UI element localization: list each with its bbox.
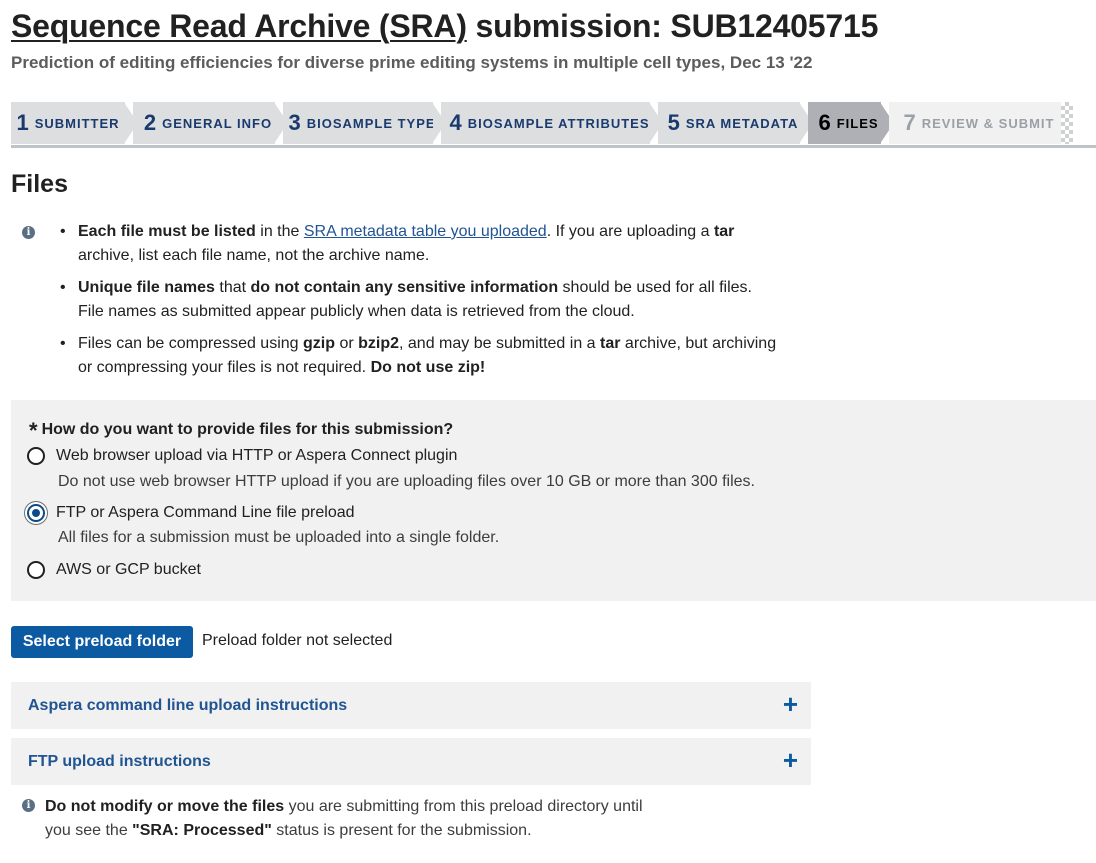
- step-number: 2: [143, 110, 157, 135]
- text: . If you are uploading a: [546, 223, 714, 240]
- bold-text: Do not modify or move the files: [45, 798, 285, 815]
- sra-metadata-table-link[interactable]: SRA metadata table you uploaded: [304, 223, 547, 240]
- preload-warning-note: Do not modify or move the files you are …: [45, 795, 645, 843]
- plus-icon[interactable]: +: [783, 691, 798, 717]
- bold-text: gzip: [303, 335, 335, 352]
- list-item: Unique file names that do not contain an…: [60, 276, 780, 324]
- step-number: 5: [667, 110, 680, 135]
- select-preload-folder-button[interactable]: Select preload folder: [11, 626, 193, 658]
- text: in the: [255, 223, 304, 240]
- plus-icon[interactable]: +: [783, 747, 798, 773]
- info-icon: i: [22, 799, 35, 812]
- accordion-label: FTP upload instructions: [28, 753, 211, 770]
- bold-text: Unique file names: [78, 279, 215, 296]
- step-wizard: 1 SUBMITTER 2 GENERAL INFO 3 BIOSAMPLE TYPE…: [11, 102, 1096, 144]
- bold-text: tar: [713, 223, 735, 240]
- step-label: BIOSAMPLE ATTRIBUTES: [467, 115, 650, 131]
- text: status is present for the submission.: [271, 822, 532, 839]
- option-hint: Do not use web browser HTTP upload if yo…: [58, 473, 755, 490]
- submission-id-text: submission: SUB12405715: [466, 8, 879, 44]
- ftp-instructions-accordion[interactable]: FTP upload instructions +: [11, 738, 811, 785]
- step-review-submit: 7 REVIEW & SUBMIT: [889, 102, 1061, 144]
- section-title: Files: [11, 170, 68, 198]
- step-label: SRA METADATA: [685, 115, 799, 131]
- file-requirements-list: Each file must be listed in the SRA meta…: [60, 220, 780, 388]
- step-label: BIOSAMPLE TYPE: [306, 115, 436, 131]
- radio-button[interactable]: [27, 561, 45, 579]
- step-wizard-underline: [11, 145, 1096, 148]
- step-files[interactable]: 6 FILES: [808, 102, 881, 144]
- step-label: SUBMITTER: [34, 115, 120, 131]
- option-label: AWS or GCP bucket: [56, 561, 201, 578]
- radio-button[interactable]: [27, 447, 45, 465]
- step-label: FILES: [836, 115, 879, 131]
- step-general-info[interactable]: 2 GENERAL INFO: [133, 102, 275, 144]
- aspera-instructions-accordion[interactable]: Aspera command line upload instructions …: [11, 682, 811, 729]
- option-aws-gcp-bucket[interactable]: AWS or GCP bucket: [27, 561, 201, 579]
- step-biosample-type[interactable]: 3 BIOSAMPLE TYPE: [283, 102, 436, 144]
- option-label: Web browser upload via HTTP or Aspera Co…: [56, 447, 458, 464]
- step-number: 1: [16, 110, 29, 135]
- option-label: FTP or Aspera Command Line file preload: [56, 504, 355, 521]
- preload-status-text: Preload folder not selected: [202, 632, 393, 649]
- required-mark: *: [29, 418, 38, 443]
- text: or: [335, 335, 359, 352]
- step-submitter[interactable]: 1 SUBMITTER: [11, 102, 125, 144]
- step-number: 7: [903, 110, 916, 135]
- step-label: REVIEW & SUBMIT: [921, 115, 1055, 131]
- option-hint: All files for a submission must be uploa…: [58, 529, 500, 546]
- step-end-pattern: [1061, 102, 1073, 144]
- step-biosample-attributes[interactable]: 4 BIOSAMPLE ATTRIBUTES: [441, 102, 650, 144]
- text: archive, list each file name, not the ar…: [78, 247, 430, 264]
- option-ftp-aspera-preload[interactable]: FTP or Aspera Command Line file preload: [27, 504, 355, 522]
- accordion-label: Aspera command line upload instructions: [28, 697, 348, 714]
- radio-button-checked[interactable]: [27, 504, 45, 522]
- sra-title-link[interactable]: Sequence Read Archive (SRA): [11, 8, 467, 44]
- step-sra-metadata[interactable]: 5 SRA METADATA: [658, 102, 800, 144]
- list-item: Files can be compressed using gzip or bz…: [60, 332, 780, 380]
- bold-text: Each file must be listed: [78, 223, 256, 240]
- step-label: GENERAL INFO: [162, 115, 273, 131]
- upload-method-question: * How do you want to provide files for th…: [29, 418, 453, 444]
- text: that: [214, 279, 251, 296]
- step-number: 4: [449, 110, 462, 135]
- bold-text: do not contain any sensitive information: [250, 279, 559, 296]
- text: , and may be submitted in a: [399, 335, 601, 352]
- step-number: 3: [288, 110, 301, 135]
- submission-subtitle: Prediction of editing efficiencies for d…: [11, 53, 813, 72]
- page-title: Sequence Read Archive (SRA) submission: …: [11, 8, 878, 45]
- bold-text: bzip2: [358, 335, 400, 352]
- option-web-browser-upload[interactable]: Web browser upload via HTTP or Aspera Co…: [27, 447, 457, 465]
- bold-text: tar: [600, 335, 621, 352]
- text: Files can be compressed using: [78, 335, 303, 352]
- bold-text: "SRA: Processed": [132, 822, 272, 839]
- bold-text: Do not use zip!: [370, 359, 486, 376]
- step-number: 6: [818, 110, 831, 135]
- info-icon: i: [22, 226, 35, 239]
- question-text: How do you want to provide files for thi…: [41, 421, 454, 438]
- list-item: Each file must be listed in the SRA meta…: [60, 220, 780, 268]
